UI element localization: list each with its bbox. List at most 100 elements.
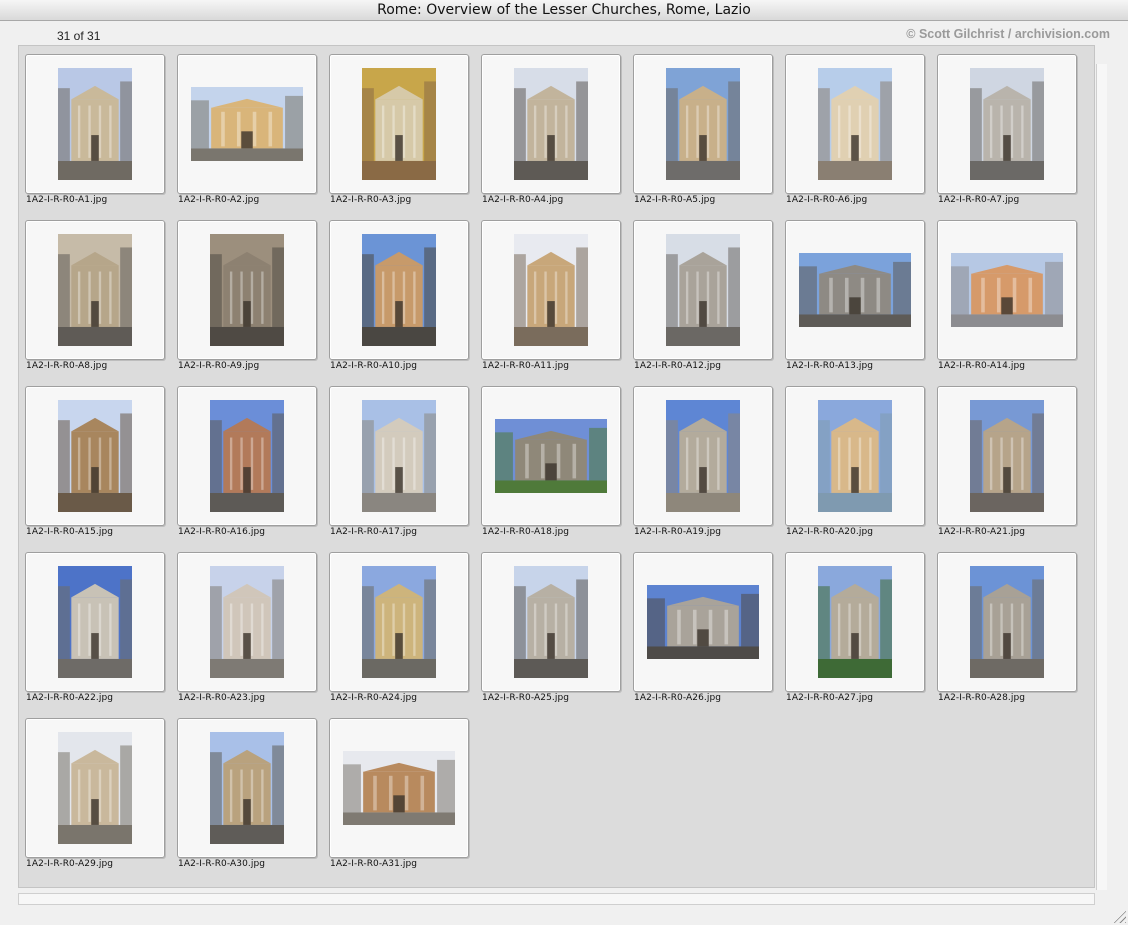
thumbnail-item[interactable]: 1A2-I-R-R0-A22.jpg [25, 552, 165, 712]
thumbnail-image[interactable] [58, 68, 132, 180]
thumbnail-frame[interactable] [177, 718, 317, 858]
thumbnail-item[interactable]: 1A2-I-R-R0-A12.jpg [633, 220, 773, 380]
thumbnail-image[interactable] [58, 732, 132, 844]
thumbnail-frame[interactable] [481, 552, 621, 692]
thumbnail-image[interactable] [362, 566, 436, 678]
thumbnail-frame[interactable] [329, 552, 469, 692]
thumbnail-image[interactable] [362, 400, 436, 512]
thumbnail-item[interactable]: 1A2-I-R-R0-A27.jpg [785, 552, 925, 712]
thumbnail-item[interactable]: 1A2-I-R-R0-A5.jpg [633, 54, 773, 214]
thumbnail-item[interactable]: 1A2-I-R-R0-A8.jpg [25, 220, 165, 380]
thumbnail-image[interactable] [210, 234, 284, 346]
thumbnail-frame[interactable] [937, 54, 1077, 194]
thumbnail-item[interactable]: 1A2-I-R-R0-A6.jpg [785, 54, 925, 214]
thumbnail-item[interactable]: 1A2-I-R-R0-A3.jpg [329, 54, 469, 214]
thumbnail-item[interactable]: 1A2-I-R-R0-A18.jpg [481, 386, 621, 546]
thumbnail-frame[interactable] [481, 386, 621, 526]
thumbnail-image[interactable] [666, 234, 740, 346]
thumbnail-item[interactable]: 1A2-I-R-R0-A21.jpg [937, 386, 1077, 546]
thumbnail-frame[interactable] [329, 718, 469, 858]
thumbnail-frame[interactable] [785, 220, 925, 360]
thumbnail-item[interactable]: 1A2-I-R-R0-A10.jpg [329, 220, 469, 380]
thumbnail-image[interactable] [970, 400, 1044, 512]
thumbnail-item[interactable]: 1A2-I-R-R0-A16.jpg [177, 386, 317, 546]
thumbnail-frame[interactable] [329, 220, 469, 360]
window-titlebar[interactable]: Rome: Overview of the Lesser Churches, R… [0, 0, 1128, 21]
thumbnail-filename: 1A2-I-R-R0-A22.jpg [26, 693, 114, 703]
thumbnail-image[interactable] [799, 253, 911, 327]
thumbnail-filename: 1A2-I-R-R0-A5.jpg [634, 195, 716, 205]
thumbnail-frame[interactable] [937, 220, 1077, 360]
thumbnail-image[interactable] [58, 234, 132, 346]
thumbnail-frame[interactable] [633, 552, 773, 692]
thumbnail-frame[interactable] [633, 54, 773, 194]
thumbnail-frame[interactable] [25, 220, 165, 360]
thumbnail-image[interactable] [58, 566, 132, 678]
thumbnail-image[interactable] [951, 253, 1063, 327]
thumbnail-item[interactable]: 1A2-I-R-R0-A30.jpg [177, 718, 317, 878]
thumbnail-image[interactable] [514, 566, 588, 678]
thumbnail-image[interactable] [666, 68, 740, 180]
thumbnail-frame[interactable] [177, 552, 317, 692]
thumbnail-frame[interactable] [633, 386, 773, 526]
thumbnail-item[interactable]: 1A2-I-R-R0-A11.jpg [481, 220, 621, 380]
thumbnail-image[interactable] [647, 585, 759, 659]
thumbnail-frame[interactable] [481, 54, 621, 194]
thumbnail-frame[interactable] [937, 552, 1077, 692]
thumbnail-image[interactable] [495, 419, 607, 493]
thumbnail-frame[interactable] [177, 220, 317, 360]
thumbnail-image[interactable] [970, 68, 1044, 180]
thumbnail-item[interactable]: 1A2-I-R-R0-A1.jpg [25, 54, 165, 214]
thumbnail-image[interactable] [210, 400, 284, 512]
thumbnail-image[interactable] [210, 732, 284, 844]
vertical-scrollbar[interactable] [1096, 64, 1107, 890]
thumbnail-image[interactable] [191, 87, 303, 161]
thumbnail-item[interactable]: 1A2-I-R-R0-A13.jpg [785, 220, 925, 380]
thumbnail-item[interactable]: 1A2-I-R-R0-A15.jpg [25, 386, 165, 546]
thumbnail-image[interactable] [514, 68, 588, 180]
thumbnail-frame[interactable] [937, 386, 1077, 526]
thumbnail-image[interactable] [210, 566, 284, 678]
thumbnail-item[interactable]: 1A2-I-R-R0-A25.jpg [481, 552, 621, 712]
thumbnail-item[interactable]: 1A2-I-R-R0-A2.jpg [177, 54, 317, 214]
thumbnail-image[interactable] [818, 400, 892, 512]
thumbnail-item[interactable]: 1A2-I-R-R0-A28.jpg [937, 552, 1077, 712]
thumbnail-frame[interactable] [329, 386, 469, 526]
thumbnail-grid: 1A2-I-R-R0-A1.jpg 1A2-I-R-R0-A2.jpg 1A2-I-… [18, 45, 1095, 888]
thumbnail-image[interactable] [343, 751, 455, 825]
thumbnail-item[interactable]: 1A2-I-R-R0-A4.jpg [481, 54, 621, 214]
thumbnail-image[interactable] [818, 68, 892, 180]
thumbnail-image[interactable] [362, 234, 436, 346]
thumbnail-item[interactable]: 1A2-I-R-R0-A9.jpg [177, 220, 317, 380]
thumbnail-item[interactable]: 1A2-I-R-R0-A19.jpg [633, 386, 773, 546]
thumbnail-frame[interactable] [481, 220, 621, 360]
thumbnail-item[interactable]: 1A2-I-R-R0-A7.jpg [937, 54, 1077, 214]
thumbnail-frame[interactable] [785, 552, 925, 692]
thumbnail-item[interactable]: 1A2-I-R-R0-A14.jpg [937, 220, 1077, 380]
thumbnail-frame[interactable] [25, 718, 165, 858]
thumbnail-item[interactable]: 1A2-I-R-R0-A29.jpg [25, 718, 165, 878]
thumbnail-image[interactable] [362, 68, 436, 180]
thumbnail-frame[interactable] [25, 386, 165, 526]
thumbnail-frame[interactable] [177, 54, 317, 194]
thumbnail-image[interactable] [970, 566, 1044, 678]
thumbnail-frame[interactable] [25, 54, 165, 194]
thumbnail-image[interactable] [514, 234, 588, 346]
thumbnail-item[interactable]: 1A2-I-R-R0-A20.jpg [785, 386, 925, 546]
thumbnail-frame[interactable] [785, 386, 925, 526]
thumbnail-frame[interactable] [329, 54, 469, 194]
thumbnail-frame[interactable] [785, 54, 925, 194]
thumbnail-item[interactable]: 1A2-I-R-R0-A24.jpg [329, 552, 469, 712]
horizontal-scrollbar[interactable] [18, 893, 1095, 905]
thumbnail-image[interactable] [818, 566, 892, 678]
thumbnail-frame[interactable] [25, 552, 165, 692]
thumbnail-item[interactable]: 1A2-I-R-R0-A31.jpg [329, 718, 469, 878]
thumbnail-item[interactable]: 1A2-I-R-R0-A17.jpg [329, 386, 469, 546]
thumbnail-frame[interactable] [177, 386, 317, 526]
thumbnail-image[interactable] [666, 400, 740, 512]
thumbnail-item[interactable]: 1A2-I-R-R0-A26.jpg [633, 552, 773, 712]
resize-grip-icon[interactable] [1112, 909, 1126, 923]
thumbnail-image[interactable] [58, 400, 132, 512]
thumbnail-item[interactable]: 1A2-I-R-R0-A23.jpg [177, 552, 317, 712]
thumbnail-frame[interactable] [633, 220, 773, 360]
